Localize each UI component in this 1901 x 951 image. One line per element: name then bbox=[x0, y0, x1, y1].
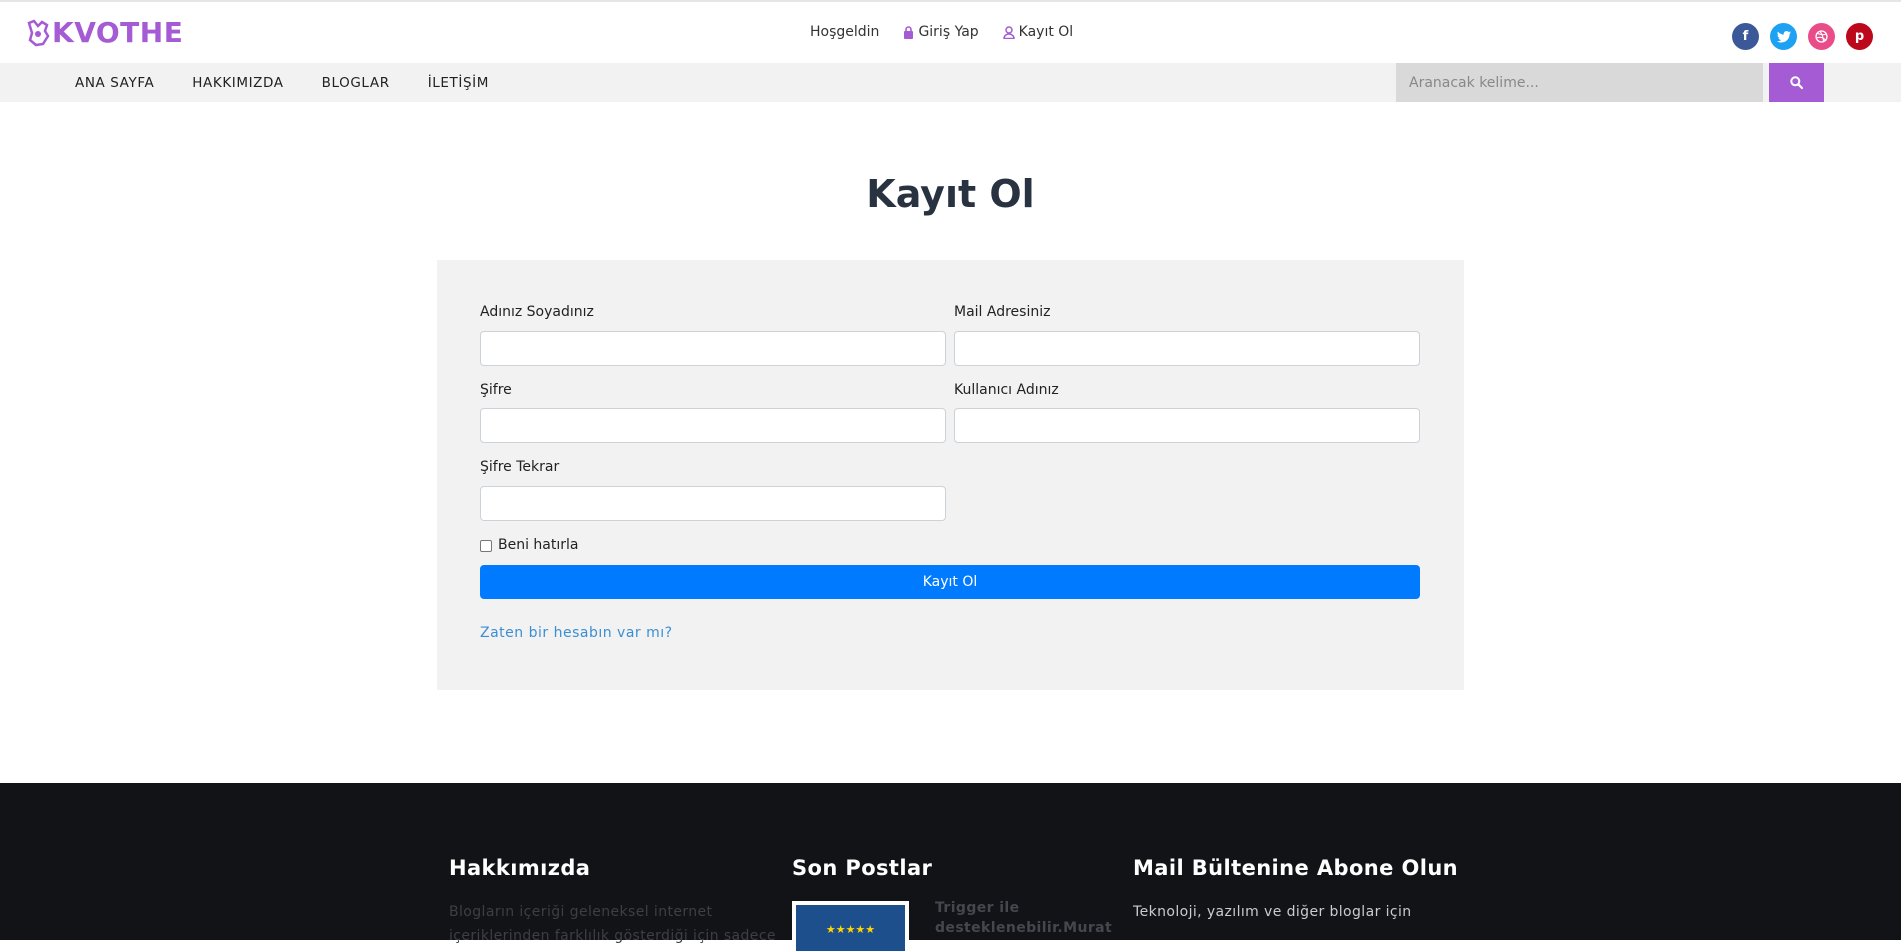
facebook-icon[interactable]: f bbox=[1732, 23, 1759, 50]
login-link[interactable]: Giriş Yap bbox=[903, 24, 979, 40]
nav-item-about[interactable]: HAKKIMIZDA bbox=[192, 75, 283, 91]
welcome-label: Hoşgeldin bbox=[810, 24, 880, 40]
register-link[interactable]: Kayıt Ol bbox=[1002, 24, 1074, 40]
top-bar: KVOTHE Hoşgeldin Giriş Yap Kayıt Ol f p bbox=[0, 0, 1901, 63]
mail-label: Mail Adresiniz bbox=[954, 304, 1051, 320]
dribbble-icon[interactable] bbox=[1808, 23, 1835, 50]
footer-newsletter-title: Mail Bültenine Abone Olun bbox=[1133, 856, 1459, 880]
have-account-link[interactable]: Zaten bir hesabın var mı? bbox=[480, 625, 673, 641]
main-nav: ANA SAYFA HAKKIMIZDA BLOGLAR İLETİŞİM bbox=[75, 63, 489, 102]
register-form: Adınız Soyadınız Mail Adresiniz Şifre Ku… bbox=[437, 260, 1464, 690]
search-input[interactable] bbox=[1396, 63, 1763, 102]
remember-label: Beni hatırla bbox=[498, 537, 579, 553]
post-thumbnail[interactable]: ★★★★★ bbox=[792, 901, 909, 951]
password-repeat-label: Şifre Tekrar bbox=[480, 459, 560, 475]
name-input[interactable] bbox=[480, 331, 946, 366]
username-label: Kullanıcı Adınız bbox=[954, 382, 1059, 398]
footer-posts-title: Son Postlar bbox=[792, 856, 933, 880]
social-links: f p bbox=[1732, 23, 1873, 50]
name-label: Adınız Soyadınız bbox=[480, 304, 594, 320]
footer-about-text: Blogların içeriği geleneksel internet bbox=[449, 904, 713, 920]
nav-item-contact[interactable]: İLETİŞİM bbox=[428, 75, 489, 91]
password-input[interactable] bbox=[480, 408, 946, 443]
register-submit-button[interactable]: Kayıt Ol bbox=[480, 565, 1420, 599]
footer-newsletter-text: Teknoloji, yazılım ve diğer bloglar için bbox=[1133, 904, 1412, 920]
nav-item-home[interactable]: ANA SAYFA bbox=[75, 75, 154, 91]
site-logo[interactable]: KVOTHE bbox=[26, 16, 183, 49]
main-nav-bar: ANA SAYFA HAKKIMIZDA BLOGLAR İLETİŞİM bbox=[0, 63, 1901, 102]
footer-about-title: Hakkımızda bbox=[449, 856, 591, 880]
password-label: Şifre bbox=[480, 382, 512, 398]
nav-item-blogs[interactable]: BLOGLAR bbox=[322, 75, 390, 91]
username-input[interactable] bbox=[954, 408, 1420, 443]
footer-about-text-2: içeriklerinden farklılık gösterdiği için… bbox=[449, 928, 776, 944]
remember-checkbox[interactable] bbox=[480, 540, 492, 552]
logo-text: KVOTHE bbox=[52, 16, 184, 49]
post-title-line-1[interactable]: Trigger ile bbox=[935, 900, 1020, 916]
password-repeat-input[interactable] bbox=[480, 486, 946, 521]
top-links: Hoşgeldin Giriş Yap Kayıt Ol bbox=[810, 24, 1097, 40]
user-icon bbox=[1002, 25, 1015, 39]
page-title: Kayıt Ol bbox=[866, 172, 1035, 216]
welcome-link[interactable]: Hoşgeldin bbox=[810, 24, 879, 40]
login-label: Giriş Yap bbox=[918, 24, 979, 40]
pinterest-icon[interactable]: p bbox=[1846, 23, 1873, 50]
search-icon bbox=[1790, 76, 1803, 89]
search-button[interactable] bbox=[1769, 63, 1824, 102]
twitter-icon[interactable] bbox=[1770, 23, 1797, 50]
footer: Hakkımızda Blogların içeriği geleneksel … bbox=[0, 783, 1901, 951]
mail-input[interactable] bbox=[954, 331, 1420, 366]
post-title-line-2[interactable]: desteklenebilir.Murat bbox=[935, 920, 1112, 936]
logo-icon bbox=[27, 18, 50, 46]
register-label: Kayıt Ol bbox=[1018, 24, 1074, 40]
stars-image: ★★★★★ bbox=[796, 905, 905, 951]
lock-icon bbox=[903, 25, 914, 39]
